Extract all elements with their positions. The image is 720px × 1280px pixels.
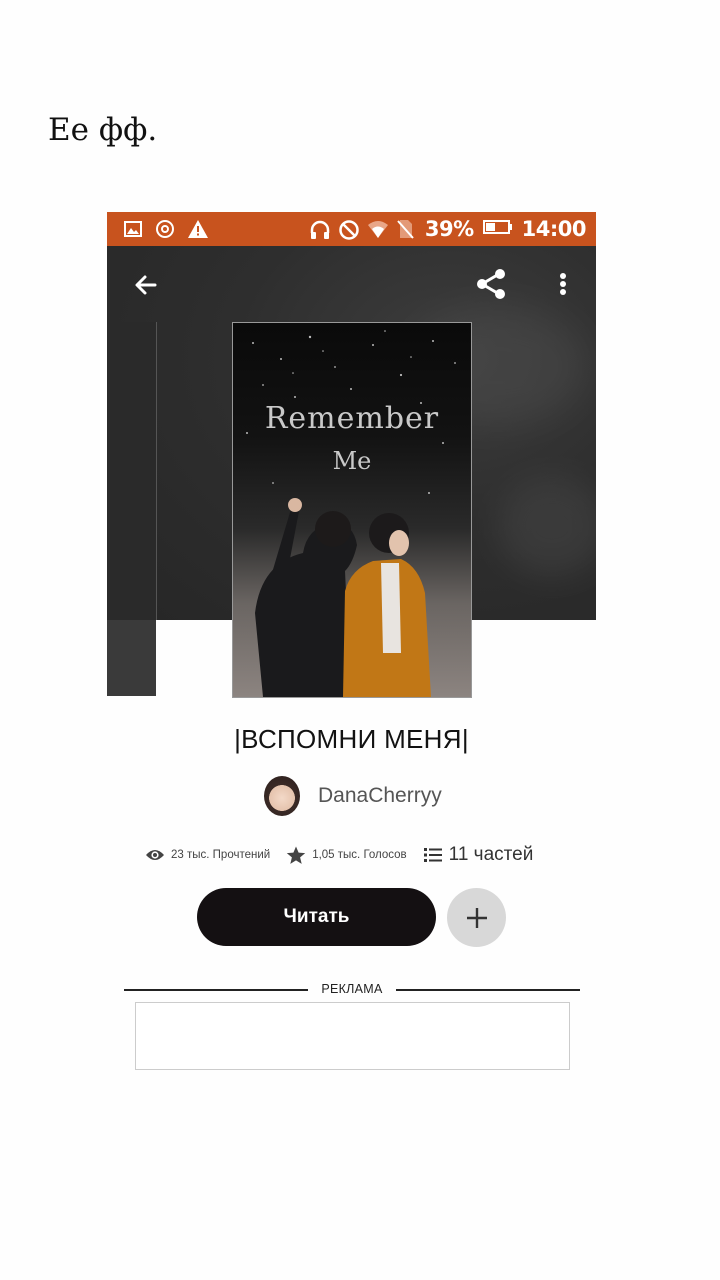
arrow-left-icon	[135, 275, 157, 295]
cover-illustration	[246, 330, 456, 697]
share-icon	[477, 269, 505, 299]
previous-story-cover-bottom	[107, 620, 156, 696]
author-name: DanaCherryy	[318, 784, 442, 807]
do-not-disturb-icon	[338, 219, 359, 240]
share-button[interactable]	[473, 266, 509, 302]
add-to-library-button[interactable]	[447, 888, 506, 947]
story-cover[interactable]: Remember Me	[232, 322, 472, 698]
reads-stat: 23 тыс. Прочтений	[145, 848, 270, 862]
story-stats: 23 тыс. Прочтений 1,05 тыс. Голосов 11 ч…	[145, 842, 549, 868]
battery-percent: 39%	[424, 217, 474, 241]
avatar	[264, 776, 300, 816]
parts-stat[interactable]: 11 частей	[423, 844, 534, 866]
author-link[interactable]: DanaCherryy	[264, 774, 442, 818]
reads-count: 23 тыс. Прочтений	[171, 849, 271, 861]
parts-count: 11 частей	[448, 844, 534, 865]
battery-icon	[482, 219, 513, 239]
more-vertical-icon	[560, 273, 566, 295]
status-bar: 39% 14:00	[107, 212, 596, 246]
votes-stat: 1,05 тыс. Голосов	[286, 846, 407, 865]
app-screenshot: 39% 14:00 Remember Me |ВСПОМНИ МЕНЯ| Dan…	[107, 212, 596, 1072]
warning-icon	[187, 219, 208, 239]
more-options-button[interactable]	[553, 270, 573, 300]
ad-divider: РЕКЛАМА	[124, 982, 580, 996]
eye-icon	[146, 850, 164, 860]
story-title: |ВСПОМНИ МЕНЯ|	[234, 724, 469, 754]
read-button[interactable]: Читать	[197, 888, 436, 946]
wifi-icon	[367, 219, 388, 239]
disc-notification-icon	[155, 219, 175, 239]
list-icon	[423, 848, 442, 862]
ad-slot[interactable]	[135, 1002, 570, 1070]
caption-text: Ее фф.	[48, 112, 158, 148]
image-notification-icon	[123, 219, 143, 239]
previous-story-cover[interactable]	[107, 322, 157, 620]
clock: 14:00	[521, 217, 587, 241]
back-button[interactable]	[131, 270, 161, 300]
votes-count: 1,05 тыс. Голосов	[312, 849, 407, 861]
star-icon	[286, 846, 306, 864]
headphones-icon	[309, 219, 330, 239]
cover-subtitle: Me	[332, 447, 372, 475]
cover-title: Remember	[264, 401, 440, 436]
no-sim-icon	[396, 219, 416, 239]
plus-icon	[466, 907, 487, 928]
